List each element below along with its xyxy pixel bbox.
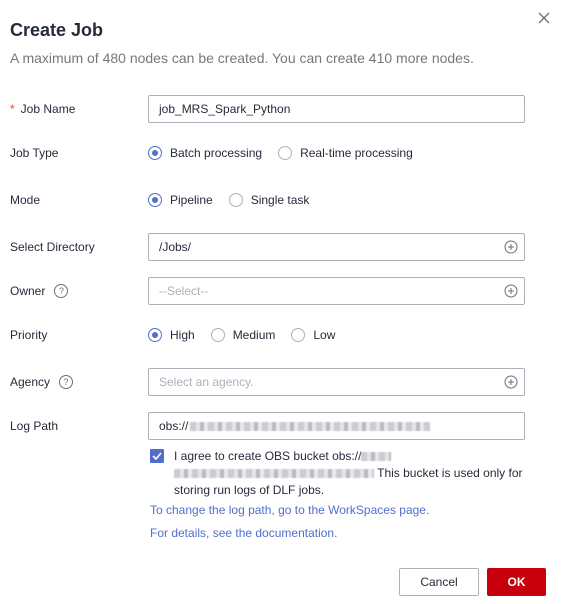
owner-placeholder: --Select-- — [159, 284, 209, 298]
agree-block: I agree to create OBS bucket obs:// This… — [150, 448, 530, 499]
ok-button[interactable]: OK — [487, 568, 546, 596]
priority-row: Priority High Medium Low — [10, 321, 526, 349]
help-icon[interactable]: ? — [54, 284, 69, 298]
redacted-bucket — [361, 452, 392, 462]
radio-label: Medium — [232, 328, 276, 342]
job-name-value: job_MRS_Spark_Python — [159, 102, 291, 116]
radio-label: High — [170, 328, 195, 342]
radio-dot — [210, 328, 225, 342]
job-name-label: Job Name — [20, 102, 76, 116]
dialog-title: Create Job — [10, 20, 104, 40]
cancel-button[interactable]: Cancel — [399, 568, 479, 596]
redacted-bucket-cont — [174, 469, 374, 479]
directory-label: Select Directory — [10, 240, 95, 254]
log-path-value: obs:// — [159, 419, 189, 433]
mode-row: Mode Pipeline Single task — [10, 186, 526, 214]
add-circle-icon[interactable] — [504, 375, 518, 389]
radio-label: Real-time processing — [300, 146, 413, 160]
owner-label: Owner — [10, 284, 46, 298]
owner-row: Owner ? --Select-- — [10, 277, 526, 305]
priority-label: Priority — [10, 328, 48, 342]
radio-high[interactable]: High — [148, 328, 195, 342]
radio-pipeline[interactable]: Pipeline — [148, 193, 213, 207]
agency-row: Agency ? Select an agency. — [10, 368, 526, 396]
close-icon[interactable] — [535, 9, 553, 27]
directory-input[interactable]: /Jobs/ — [148, 233, 525, 261]
owner-label-wrap: Owner ? — [10, 284, 148, 298]
radio-low[interactable]: Low — [291, 328, 335, 342]
dialog-subtitle: A maximum of 480 nodes can be created. Y… — [10, 50, 474, 66]
radio-single-task[interactable]: Single task — [228, 193, 310, 207]
log-path-row: Log Path obs:// — [10, 412, 526, 440]
agency-placeholder: Select an agency. — [159, 375, 254, 389]
log-path-input[interactable]: obs:// — [148, 412, 525, 440]
priority-radio-group: High Medium Low — [148, 328, 335, 342]
radio-dot-selected — [148, 146, 162, 160]
agree-checkbox[interactable] — [150, 449, 164, 463]
add-circle-icon[interactable] — [504, 284, 518, 298]
radio-dot — [278, 146, 293, 160]
create-job-dialog: Create Job A maximum of 480 nodes can be… — [0, 0, 561, 604]
radio-batch-processing[interactable]: Batch processing — [148, 146, 262, 160]
radio-dot-selected — [148, 328, 162, 342]
agree-text-before: I agree to create OBS bucket obs:// — [174, 449, 362, 463]
radio-label: Batch processing — [170, 146, 263, 160]
directory-value: /Jobs/ — [159, 240, 192, 254]
required-mark: * — [10, 102, 15, 116]
agency-label-wrap: Agency ? — [10, 375, 148, 389]
help-icon[interactable]: ? — [59, 375, 74, 389]
add-circle-icon[interactable] — [504, 240, 518, 254]
change-log-path-link[interactable]: To change the log path, go to the WorkSp… — [150, 503, 429, 517]
mode-radio-group: Pipeline Single task — [148, 193, 309, 207]
agree-text: I agree to create OBS bucket obs:// This… — [174, 448, 530, 499]
documentation-link[interactable]: For details, see the documentation. — [150, 526, 337, 540]
agency-select[interactable]: Select an agency. — [148, 368, 525, 396]
redacted-path — [190, 421, 431, 431]
radio-dot — [228, 193, 243, 207]
owner-select[interactable]: --Select-- — [148, 277, 525, 305]
radio-label: Single task — [250, 193, 310, 207]
job-name-row: * Job Name job_MRS_Spark_Python — [10, 95, 526, 123]
radio-label: Pipeline — [170, 193, 213, 207]
job-type-label: Job Type — [10, 146, 59, 160]
radio-dot — [291, 328, 306, 342]
radio-label: Low — [313, 328, 336, 342]
directory-row: Select Directory /Jobs/ — [10, 233, 526, 261]
agency-label: Agency — [10, 375, 51, 389]
job-type-radio-group: Batch processing Real-time processing — [148, 146, 413, 160]
log-path-label: Log Path — [10, 419, 59, 433]
radio-real-time-processing[interactable]: Real-time processing — [278, 146, 413, 160]
radio-medium[interactable]: Medium — [210, 328, 276, 342]
check-icon — [152, 452, 162, 461]
job-type-row: Job Type Batch processing Real-time proc… — [10, 139, 526, 167]
radio-dot-selected — [148, 193, 162, 207]
job-name-label-wrap: * Job Name — [10, 102, 148, 116]
job-name-input[interactable]: job_MRS_Spark_Python — [148, 95, 525, 123]
mode-label: Mode — [10, 193, 41, 207]
